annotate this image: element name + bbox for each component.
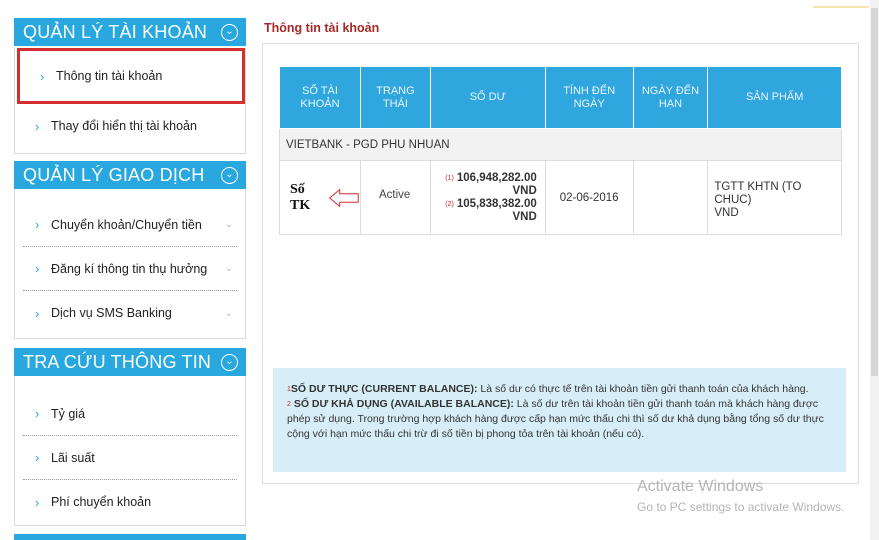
account-panel: SỐ TÀI KHOẢN TRẠNG THÁI SỐ DƯ TÍNH ĐẾN NGÀY… [262,43,859,484]
available-balance: 105,838,382.00 [456,197,537,210]
account-number[interactable]: Số TK [290,182,322,214]
note-term-current: SỐ DƯ THỰC (CURRENT BALANCE): [290,383,478,395]
note-text-current: Là số dư có thực tế trên tài khoản tiền … [477,383,809,395]
sidebar-item-exchange-rate[interactable]: › Tỷ giá [23,392,237,436]
section-header-next [14,534,246,540]
branch-row: VIETBANK - PGD PHU NHUAN [279,128,842,161]
branch-name: VIETBANK - PGD PHU NHUAN [279,128,842,161]
cell-due-date [632,160,709,235]
section-header-transactions[interactable]: QUẢN LÝ GIAO DỊCH ⌄ [14,161,246,189]
header-label: TÍNH ĐẾN NGÀY [563,84,616,110]
sidebar-item-label: Phí chuyển khoản [51,495,152,509]
sidebar-item-account-info[interactable]: › Thông tin tài khoản [17,48,245,104]
section-body-account: › Thông tin tài khoản › Thay đổi hiển th… [14,48,246,154]
account-table: SỐ TÀI KHOẢN TRẠNG THÁI SỐ DƯ TÍNH ĐẾN NGÀY… [279,66,842,235]
section-header-lookup[interactable]: TRA CỨU THÔNG TIN ⌄ [14,348,246,376]
chevron-right-icon: › [35,494,40,510]
header-label: TRẠNG THÁI [376,84,415,110]
watermark-title: Activate Windows [637,478,764,495]
watermark-subtitle: Go to PC settings to activate Windows. [637,500,845,514]
section-lookup: TRA CỨU THÔNG TIN ⌄ › Tỷ giá › Lãi suất … [14,348,246,526]
section-transactions: QUẢN LÝ GIAO DỊCH ⌄ › Chuyển khoản/Chuyể… [14,161,246,339]
chevron-right-icon: › [40,68,45,84]
header-label: NGÀY ĐẾN HẠN [641,84,700,110]
left-arrow-icon [328,188,359,207]
chevron-right-icon: › [35,450,40,465]
scrollbar[interactable] [870,0,879,540]
sidebar-item-interest-rate[interactable]: › Lãi suất [23,436,237,480]
section-title: TRA CỨU THÔNG TIN [23,351,212,372]
sidebar-item-label: Thông tin tài khoản [56,69,163,83]
sidebar-item-label: Thay đổi hiển thị tài khoản [51,119,197,133]
sidebar-item-label: Đăng kí thông tin thụ hưởng [51,261,208,276]
header-label: SẢN PHẨM [745,91,804,103]
chevron-right-icon: › [35,406,40,421]
cell-balance: (1) 106,948,282.00 VND (2) 105,838,382.00 … [429,160,546,235]
note-term-available: SỐ DƯ KHẢ DỤNG (AVAILABLE BALANCE): [290,398,514,410]
chevron-down-icon: ⌄ [224,263,233,274]
product-name: TGTT KHTN (TO CHUC) VND [714,181,802,219]
section-title: QUẢN LÝ GIAO DỊCH [23,164,205,185]
sidebar: QUẢN LÝ TÀI KHOẢN ⌄ › Thông tin tài khoả… [14,0,246,540]
currency: VND [512,184,537,197]
sidebar-item-sms-banking[interactable]: › Dịch vụ SMS Banking ⌄ [23,291,237,335]
cell-account[interactable]: Số TK [279,160,361,235]
header-balance: SỐ DƯ [429,66,546,129]
sidebar-item-label: Chuyển khoản/Chuyển tiền [51,217,202,232]
chevron-down-icon: ⌄ [224,219,233,230]
balance-note: 1SỐ DƯ THỰC (CURRENT BALANCE): Là số dư … [273,368,846,472]
circle-chevron-down-icon[interactable]: ⌄ [221,353,238,371]
section-title: QUẢN LÝ TÀI KHOẢN [23,21,208,42]
cell-product: TGTT KHTN (TO CHUC) VND [707,160,842,235]
chevron-right-icon: › [35,118,40,134]
header-label: SỐ TÀI KHOẢN [300,84,340,110]
chevron-right-icon: › [35,261,40,276]
cell-as-of-date: 02-06-2016 [544,160,634,235]
chevron-right-icon: › [35,217,40,232]
circle-chevron-down-icon[interactable]: ⌄ [221,23,238,41]
scrollbar-thumb[interactable] [871,8,878,376]
section-body-lookup: › Tỷ giá › Lãi suất › Phí chuyển khoản [14,376,246,526]
header-due-date: NGÀY ĐẾN HẠN [632,66,709,129]
section-header-account[interactable]: QUẢN LÝ TÀI KHOẢN ⌄ [14,18,246,46]
sidebar-item-label: Tỷ giá [51,406,86,421]
header-product: SẢN PHẨM [707,66,842,129]
header-status: TRẠNG THÁI [359,66,431,129]
current-balance: 106,948,282.00 [456,171,537,184]
sidebar-item-transfer[interactable]: › Chuyển khoản/Chuyển tiền ⌄ [23,203,237,247]
header-account-number: SỐ TÀI KHOẢN [279,66,361,129]
footnote-marker: (1) [445,174,454,182]
table-header-row: SỐ TÀI KHOẢN TRẠNG THÁI SỐ DƯ TÍNH ĐẾN NGÀY… [279,66,842,129]
page-title: Thông tin tài khoản [264,21,380,35]
chevron-right-icon: › [35,305,40,321]
table-row[interactable]: Số TK Active (1) 106,948,282.00 VND (2) 10… [279,160,842,235]
sidebar-item-transfer-fee[interactable]: › Phí chuyển khoản [23,480,237,524]
sidebar-item-change-display[interactable]: › Thay đổi hiển thị tài khoản [15,104,245,148]
section-body-transactions: › Chuyển khoản/Chuyển tiền ⌄ › Đăng kí t… [14,189,246,339]
header-as-of-date: TÍNH ĐẾN NGÀY [544,66,634,129]
currency: VND [512,210,537,223]
activate-windows-watermark: Activate Windows Go to PC settings to ac… [637,478,844,514]
circle-chevron-down-icon[interactable]: ⌄ [221,166,238,184]
footnote-marker: (2) [445,200,454,208]
sidebar-item-beneficiary[interactable]: › Đăng kí thông tin thụ hưởng ⌄ [23,247,237,291]
cell-status: Active [359,160,431,235]
chevron-down-icon: ⌄ [224,307,233,319]
sidebar-item-label: Dịch vụ SMS Banking [51,306,172,320]
section-account: QUẢN LÝ TÀI KHOẢN ⌄ › Thông tin tài khoả… [14,18,246,154]
sidebar-item-label: Lãi suất [51,450,95,465]
header-label: SỐ DƯ [469,91,506,103]
main-content: Thông tin tài khoản SỐ TÀI KHOẢN TRẠNG THÁ… [262,0,868,540]
